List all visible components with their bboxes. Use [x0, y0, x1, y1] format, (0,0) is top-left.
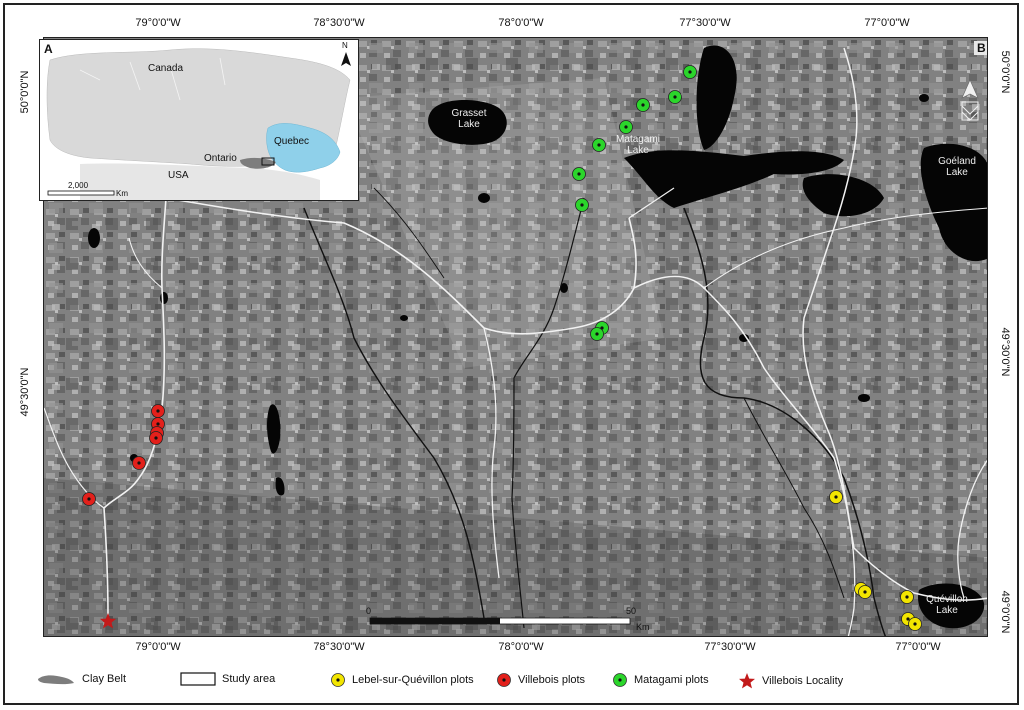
matagami-plot-marker	[683, 65, 697, 79]
coord-top-5: 77°0'0"W	[864, 17, 910, 29]
lebel-plot-marker	[858, 585, 872, 599]
map-scale-unit: Km	[636, 622, 650, 632]
lake-label-grasset: Grasset Lake	[451, 108, 487, 130]
lake-label-matagami: Matagami Lake	[616, 134, 660, 156]
legend-matagami: Matagami plots	[612, 672, 709, 688]
legend-lebel-label: Lebel-sur-Quévillon plots	[352, 674, 474, 686]
matagami-plot-marker	[575, 198, 589, 212]
villebois-locality-star	[100, 613, 116, 629]
matagami-plot-marker	[668, 90, 682, 104]
map-scale-max: 50	[626, 606, 637, 616]
legend-villebois: Villebois plots	[496, 672, 585, 688]
coord-bottom-1: 79°0'0"W	[135, 641, 181, 653]
map-scale-zero: 0	[366, 606, 372, 616]
legend-lebel: Lebel-sur-Quévillon plots	[330, 672, 474, 688]
inset-label-quebec: Quebec	[274, 136, 310, 147]
inset-north-label: N	[342, 41, 348, 50]
coord-top-2: 78°30'0"W	[313, 17, 365, 29]
coord-top-4: 77°30'0"W	[679, 17, 731, 29]
inset-label-canada: Canada	[148, 63, 184, 74]
legend-clay-belt: Clay Belt	[36, 672, 126, 686]
legend-matagami-label: Matagami plots	[634, 674, 709, 686]
legend-study-area: Study area	[180, 672, 275, 686]
matagami-plot-marker	[619, 120, 633, 134]
lake-label-goeland: Goéland Lake	[938, 156, 976, 178]
matagami-plot-marker	[590, 327, 604, 341]
lebel-plot-marker	[900, 590, 914, 604]
inset-scale-max: 2,000	[68, 181, 89, 190]
coord-right-3: 49°0'0"N	[999, 590, 1011, 634]
matagami-plot-marker	[636, 98, 650, 112]
inset-map: A Canada Quebec Ontario USA N 2,000 Km	[39, 39, 359, 201]
panel-label-b: B	[974, 41, 987, 55]
matagami-marker-icon	[613, 673, 627, 687]
legend-locality-label: Villebois Locality	[762, 675, 844, 687]
coord-bottom-3: 78°0'0"W	[498, 641, 544, 653]
villebois-plot-marker	[82, 492, 96, 506]
inset-label-ontario: Ontario	[204, 153, 237, 164]
coord-top-1: 79°0'0"W	[135, 17, 181, 29]
matagami-plot-marker	[572, 167, 586, 181]
coord-bottom-5: 77°0'0"W	[895, 641, 941, 653]
legend-study-area-label: Study area	[222, 673, 276, 685]
coord-right-2: 49°30'0"N	[999, 327, 1011, 377]
lebel-plot-marker	[908, 617, 922, 631]
lebel-plot-marker	[829, 490, 843, 504]
lebel-marker-icon	[331, 673, 345, 687]
inset-scale-bar	[47, 190, 115, 196]
coord-right-1: 50°0'0"N	[999, 50, 1011, 94]
coord-left-2: 49°30'0"N	[19, 367, 31, 417]
coord-left-1: 50°0'0"N	[19, 70, 31, 114]
legend-villebois-label: Villebois plots	[518, 674, 586, 686]
lake-label-quevillon: Quévillon Lake	[926, 594, 968, 616]
villebois-plot-marker	[149, 431, 163, 445]
clay-belt-swatch-icon	[38, 675, 74, 685]
study-area-swatch-icon	[180, 672, 216, 686]
panel-label-a: A	[44, 42, 53, 56]
villebois-marker-icon	[497, 673, 511, 687]
legend-locality: Villebois Locality	[738, 672, 843, 690]
matagami-plot-marker	[592, 138, 606, 152]
locality-star-icon	[739, 673, 755, 689]
coord-bottom-4: 77°30'0"W	[704, 641, 756, 653]
inset-canvas	[40, 40, 358, 200]
map-legend: Clay Belt Study area Lebel-sur-Quévillon…	[0, 664, 1024, 700]
legend-clay-belt-label: Clay Belt	[82, 673, 127, 685]
inset-scale-unit: Km	[116, 189, 128, 198]
coord-top-3: 78°0'0"W	[498, 17, 544, 29]
coord-bottom-2: 78°30'0"W	[313, 641, 365, 653]
villebois-plot-marker	[132, 456, 146, 470]
inset-label-usa: USA	[168, 170, 189, 181]
